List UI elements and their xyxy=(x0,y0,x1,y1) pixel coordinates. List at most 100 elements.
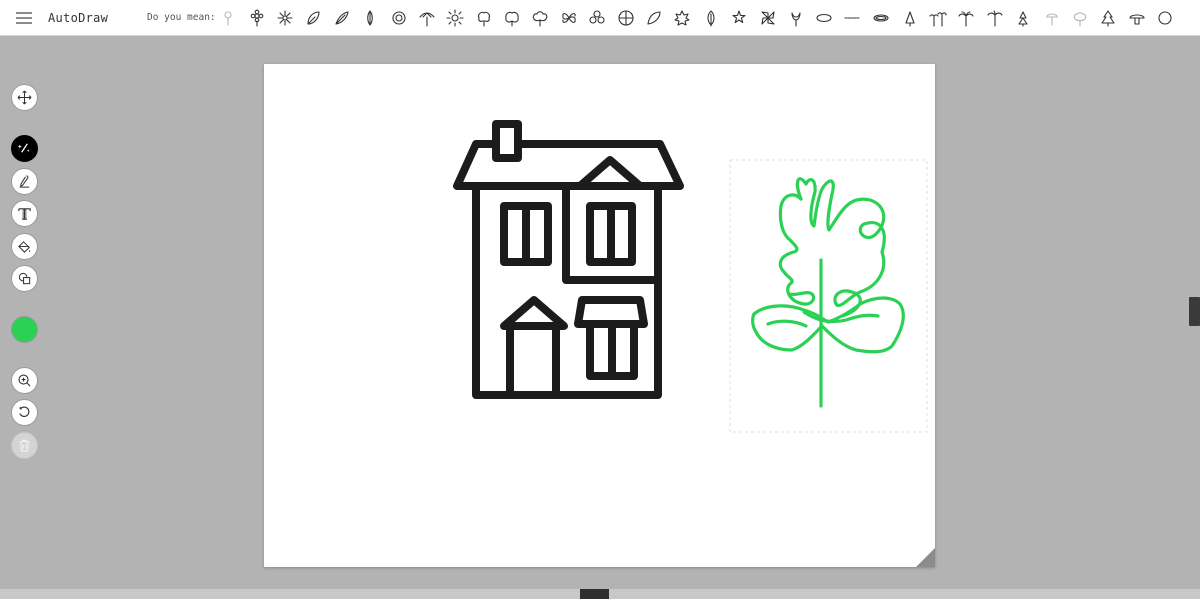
palm-tree-icon xyxy=(987,9,1003,27)
delete-button[interactable] xyxy=(11,432,38,459)
fill-tool[interactable] xyxy=(11,233,38,260)
oval-ring-icon xyxy=(905,10,915,27)
suggestion-pinwheel[interactable] xyxy=(782,0,810,36)
suggestion-flower-daisy[interactable] xyxy=(242,0,270,36)
suggestion-leaf-pointed[interactable] xyxy=(725,0,753,36)
trash-icon xyxy=(19,439,30,452)
leaf-pointed-icon xyxy=(732,9,746,23)
suggestion-tree-outline[interactable] xyxy=(1094,0,1122,36)
draw-tool[interactable] xyxy=(11,168,38,195)
suggestion-globe-quarter[interactable] xyxy=(640,0,668,36)
suggestion-palm-trees[interactable] xyxy=(952,0,980,36)
suggestion-butterfly-petal[interactable] xyxy=(583,0,611,36)
suggestion-leaf-long[interactable] xyxy=(356,0,384,36)
suggestions-label: Do you mean: xyxy=(147,12,216,23)
horizontal-scrollbar[interactable] xyxy=(580,589,609,599)
flower-petal-icon xyxy=(307,10,320,25)
bush-icon xyxy=(562,12,576,23)
leaf-feather-icon xyxy=(335,10,349,25)
leaf-simple-icon xyxy=(674,9,690,26)
suggestion-flower-small[interactable] xyxy=(214,0,242,36)
feather-thin-icon xyxy=(391,10,406,25)
paint-bucket-icon xyxy=(18,241,31,253)
suggestion-bush[interactable] xyxy=(555,0,583,36)
tree-round-icon xyxy=(505,11,519,27)
undo-icon xyxy=(19,406,30,417)
mushroom-icon xyxy=(1158,10,1172,25)
move-icon xyxy=(17,90,32,105)
suggestion-clover[interactable] xyxy=(611,0,639,36)
suggestion-cloud-tree[interactable] xyxy=(526,0,554,36)
palm-trees-icon xyxy=(958,10,974,27)
suggestions-bar xyxy=(214,0,1179,36)
drawing-canvas[interactable] xyxy=(264,64,935,567)
mushroom-light-icon xyxy=(1073,11,1087,27)
cloud-tree-icon xyxy=(533,10,548,27)
autodraw-sparkle-icon xyxy=(17,143,30,153)
canvas-artwork xyxy=(453,120,928,433)
suggestion-oval-ring[interactable] xyxy=(895,0,923,36)
suggestion-flower-round[interactable] xyxy=(271,0,299,36)
suggestion-mushroom-light[interactable] xyxy=(1066,0,1094,36)
type-icon xyxy=(18,208,31,220)
ellipse-icon xyxy=(844,16,860,19)
selection-box xyxy=(729,159,928,433)
zoom-in-icon xyxy=(18,374,31,387)
suggestion-tree-round[interactable] xyxy=(498,0,526,36)
suggestion-ellipse[interactable] xyxy=(839,0,867,36)
palm-fan-icon xyxy=(446,8,464,27)
suggestion-christmas-tree[interactable] xyxy=(1123,0,1151,36)
maple-leaf-icon xyxy=(707,9,715,27)
flower-small-icon xyxy=(224,10,232,26)
suggestion-palm-fan[interactable] xyxy=(441,0,469,36)
suggestion-star-flower[interactable] xyxy=(753,0,781,36)
autodraw-tool[interactable] xyxy=(11,135,38,162)
color-picker[interactable] xyxy=(11,316,38,343)
suggestion-tulip[interactable] xyxy=(810,0,838,36)
flower-burst-icon xyxy=(477,11,490,27)
tulip-icon xyxy=(816,13,832,22)
shapes-icon xyxy=(18,272,31,285)
suggestion-cone[interactable] xyxy=(924,0,952,36)
suggestion-pine-light[interactable] xyxy=(1037,0,1065,36)
leaf-long-icon xyxy=(367,9,373,26)
vertical-scrollbar[interactable] xyxy=(1189,297,1200,326)
suggestion-leaf-feather[interactable] xyxy=(328,0,356,36)
suggestion-palm-single[interactable] xyxy=(1009,0,1037,36)
suggestion-dotted-line[interactable] xyxy=(867,0,895,36)
flower-daisy-icon xyxy=(250,9,263,27)
menu-button[interactable] xyxy=(0,0,48,36)
palm-single-icon xyxy=(1018,10,1028,27)
suggestion-leaf-simple[interactable] xyxy=(668,0,696,36)
suggestion-feather-thin[interactable] xyxy=(384,0,412,36)
globe-quarter-icon xyxy=(647,10,661,25)
suggestion-flower-petal[interactable] xyxy=(299,0,327,36)
suggestion-maple-leaf[interactable] xyxy=(697,0,725,36)
dotted-line-icon xyxy=(873,13,889,22)
pencil-icon xyxy=(19,175,30,188)
house-drawing[interactable] xyxy=(453,120,684,399)
shape-tool[interactable] xyxy=(11,265,38,292)
suggestion-sunflower[interactable] xyxy=(413,0,441,36)
move-tool[interactable] xyxy=(11,84,38,111)
tree-sketch[interactable] xyxy=(751,177,905,408)
butterfly-petal-icon xyxy=(589,9,605,24)
cone-icon xyxy=(929,11,947,27)
flower-round-icon xyxy=(277,9,293,26)
undo-button[interactable] xyxy=(11,399,38,426)
suggestion-mushroom[interactable] xyxy=(1151,0,1179,36)
suggestion-palm-tree[interactable] xyxy=(981,0,1009,36)
hamburger-menu-icon xyxy=(16,11,32,24)
type-tool[interactable] xyxy=(11,200,38,227)
pinwheel-icon xyxy=(791,11,801,27)
sunflower-icon xyxy=(419,11,435,27)
pine-light-icon xyxy=(1045,12,1058,26)
app-title: AutoDraw xyxy=(48,10,109,25)
canvas-resize-handle[interactable] xyxy=(916,548,935,567)
zoom-tool[interactable] xyxy=(11,367,38,394)
christmas-tree-icon xyxy=(1129,13,1145,25)
star-flower-icon xyxy=(761,10,775,25)
suggestion-flower-burst[interactable] xyxy=(470,0,498,36)
clover-icon xyxy=(618,9,634,26)
tree-outline-icon xyxy=(1101,9,1115,27)
